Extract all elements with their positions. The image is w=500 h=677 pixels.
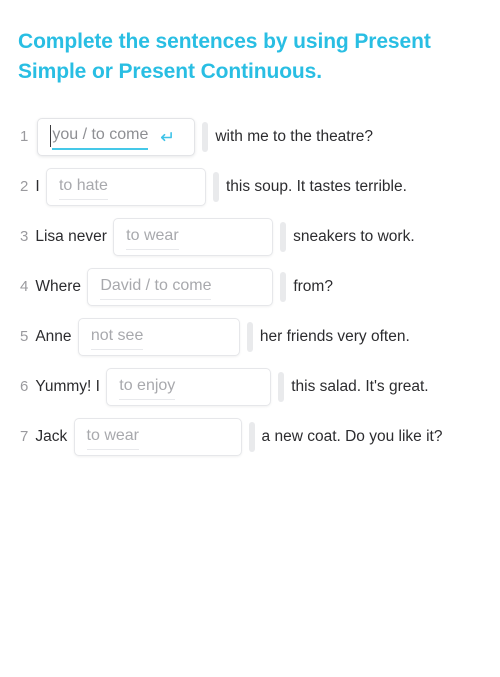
question-text-before: Jack <box>35 428 72 446</box>
question-number: 1 <box>20 128 29 146</box>
answer-input-value: you / to come <box>52 124 149 150</box>
answer-slot: to enjoy <box>106 368 289 406</box>
answer-input-value: to hate <box>58 175 108 200</box>
answer-input-inner: you / to come <box>50 119 149 155</box>
question-number: 3 <box>20 228 29 246</box>
question-number: 6 <box>20 378 29 396</box>
question-row: 6 Yummy! I to enjoy this salad. It's great… <box>0 368 500 406</box>
answer-input-inner: to wear <box>86 419 139 455</box>
answer-slot-divider <box>280 272 287 302</box>
question-text-after: sneakers to work. <box>293 228 415 246</box>
questions-list: 1 you / to come with me to the theatre? 2 I … <box>0 118 500 468</box>
answer-input-inner: not see <box>90 319 144 355</box>
question-body: 1 you / to come with me to the theatre? <box>20 118 490 156</box>
question-text-after: this salad. It's great. <box>291 378 429 396</box>
answer-input[interactable]: to hate <box>45 168 206 206</box>
answer-input[interactable]: to enjoy <box>106 368 272 406</box>
question-text-after: from? <box>293 278 333 296</box>
answer-input[interactable]: not see <box>77 318 240 356</box>
answer-input[interactable]: to wear <box>73 418 242 456</box>
question-row: 3 Lisa never to wear sneakers to work. <box>0 218 500 256</box>
answer-input-inner: to enjoy <box>119 369 176 405</box>
question-row: 5 Anne not see her friends very often. <box>0 318 500 356</box>
question-number: 4 <box>20 278 29 296</box>
question-text-before: Yummy! I <box>35 378 105 396</box>
answer-input-inner: David / to come <box>100 269 212 305</box>
answer-input-value: to wear <box>126 225 179 250</box>
answer-input-value: David / to come <box>100 275 212 300</box>
answer-slot: to wear <box>113 218 291 256</box>
answer-input-inner: to wear <box>126 219 179 255</box>
question-text-before: Where <box>35 278 86 296</box>
question-text-after: with me to the theatre? <box>215 128 374 146</box>
answer-slot: to wear <box>73 418 260 456</box>
exercise-page: Complete the sentences by using Present … <box>0 0 500 677</box>
enter-return-arrow-icon[interactable] <box>158 130 173 145</box>
question-text-after: her friends very often. <box>259 328 410 346</box>
answer-slot: David / to come <box>87 268 291 306</box>
question-body: 3 Lisa never to wear sneakers to work. <box>20 218 490 256</box>
answer-slot: to hate <box>45 168 224 206</box>
question-text-before: Anne <box>35 328 76 346</box>
answer-slot-divider <box>278 372 285 402</box>
answer-input-value: to wear <box>86 425 139 450</box>
question-row: 7 Jack to wear a new coat. Do you like it? <box>0 418 500 456</box>
question-body: 7 Jack to wear a new coat. Do you like it? <box>20 418 490 456</box>
question-text-after: this soup. It tastes terrible. <box>225 178 407 196</box>
answer-input-inner: to hate <box>58 169 108 205</box>
answer-slot-divider <box>212 172 219 202</box>
question-row: 2I to hate this soup. It tastes terrible. <box>0 168 500 206</box>
answer-slot-divider <box>280 222 287 252</box>
answer-input-value: not see <box>90 325 144 350</box>
question-text-before: I <box>35 178 44 196</box>
question-text-before: Lisa never <box>35 228 112 246</box>
answer-input-value: to enjoy <box>119 375 176 400</box>
question-body: 4 Where David / to come from? <box>20 268 490 306</box>
answer-slot-divider <box>202 122 209 152</box>
question-number: 2 <box>20 178 29 196</box>
answer-slot: not see <box>77 318 258 356</box>
answer-slot-divider <box>248 422 255 452</box>
exercise-title: Complete the sentences by using Present … <box>18 30 431 83</box>
answer-slot: you / to come <box>37 118 213 156</box>
question-row: 4 Where David / to come from? <box>0 268 500 306</box>
question-row: 1 you / to come with me to the theatre? <box>0 118 500 156</box>
answer-slot-divider <box>246 322 253 352</box>
question-number: 7 <box>20 428 29 446</box>
question-body: 5 Anne not see her friends very often. <box>20 318 490 356</box>
question-body: 6 Yummy! I to enjoy this salad. It's great… <box>20 368 490 406</box>
answer-input[interactable]: David / to come <box>87 268 274 306</box>
answer-input[interactable]: to wear <box>113 218 274 256</box>
text-cursor <box>50 125 52 147</box>
question-body: 2I to hate this soup. It tastes terrible. <box>20 168 490 206</box>
answer-input[interactable]: you / to come <box>37 118 196 156</box>
question-number: 5 <box>20 328 29 346</box>
question-text-after: a new coat. Do you like it? <box>261 428 443 446</box>
